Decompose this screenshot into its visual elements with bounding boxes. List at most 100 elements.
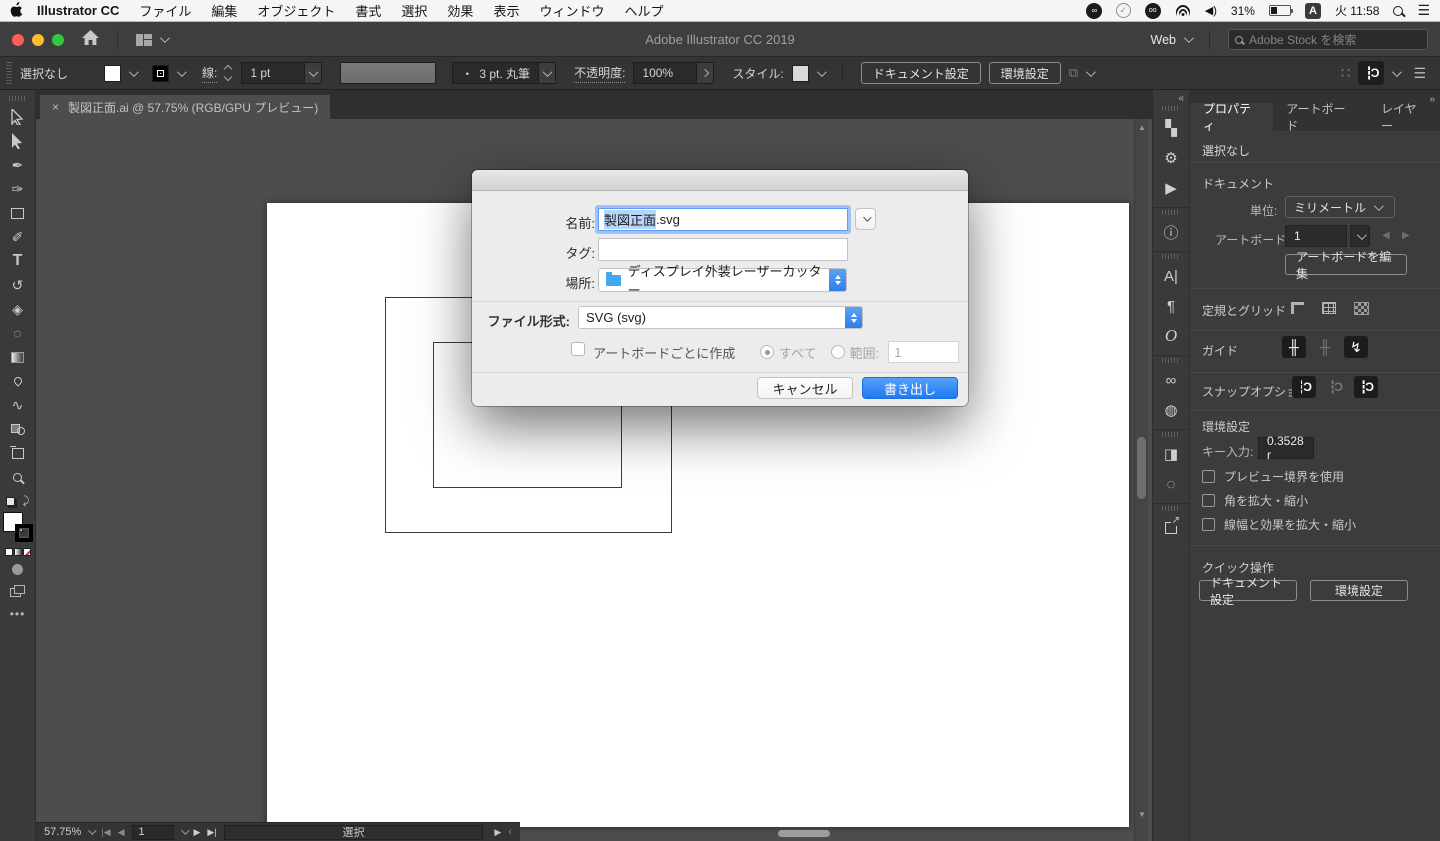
creative-cloud-menu-icon[interactable]: ∞ — [1085, 2, 1102, 19]
draw-mode-icon[interactable] — [12, 564, 23, 575]
menu-effect[interactable]: 効果 — [447, 1, 473, 20]
select-similar-icon[interactable]: ⧉ — [1069, 65, 1078, 81]
keyboard-increment-field[interactable]: 0.3528 r — [1258, 434, 1314, 462]
radio-all[interactable] — [760, 345, 774, 359]
menu-view[interactable]: 表示 — [493, 1, 519, 20]
zoom-tool-icon[interactable] — [0, 465, 36, 489]
scroll-up-icon[interactable]: ▲ — [1138, 123, 1146, 132]
none-mode-icon[interactable] — [22, 548, 31, 556]
tab-layers[interactable]: レイヤー — [1368, 102, 1440, 133]
strip-grip-6[interactable] — [1162, 506, 1180, 511]
menu-window[interactable]: ウィンドウ — [539, 1, 604, 20]
filename-input[interactable]: 製図正面 .svg — [598, 208, 848, 231]
variable-width-profile-dropdown[interactable] — [340, 62, 437, 84]
location-dropdown[interactable]: ディスプレイ外装レーザーカッター — [598, 264, 847, 298]
color-mode-icon[interactable] — [4, 548, 13, 556]
input-source-icon[interactable]: A — [1304, 2, 1321, 19]
fill-stroke-control[interactable] — [2, 512, 33, 542]
shape-builder-tool-icon[interactable] — [0, 417, 36, 441]
paintbrush-tool-icon[interactable]: ✐ — [0, 225, 36, 249]
lock-guides-icon[interactable]: ╫ — [1313, 336, 1337, 358]
apple-menu-icon[interactable] — [10, 1, 23, 20]
pen-tool-icon[interactable]: ✒ — [0, 153, 36, 177]
smart-guides-icon[interactable]: ↯ — [1344, 336, 1368, 358]
controlbar-grip[interactable] — [6, 62, 12, 84]
show-guides-icon[interactable]: ╫ — [1282, 336, 1306, 358]
document-setup-button[interactable]: ドキュメント設定 — [860, 62, 981, 84]
character-panel-icon[interactable]: A| — [1152, 261, 1190, 291]
select-similar-chevron-icon[interactable] — [1086, 66, 1096, 77]
style-chevron-icon[interactable] — [816, 66, 827, 77]
brush-chevron-icon[interactable] — [538, 63, 556, 83]
edit-toolbar-icon[interactable]: ••• — [10, 607, 26, 621]
brush-definition-combo[interactable]: ・ 3 pt. 丸筆 — [452, 62, 557, 84]
strip-grip-5[interactable] — [1162, 432, 1180, 437]
strip-grip-3[interactable] — [1162, 254, 1180, 259]
controlbar-menu-icon[interactable]: ☰ — [1413, 65, 1426, 82]
artboard-number-field[interactable]: 1 — [1285, 225, 1347, 247]
next-artboard-icon[interactable]: ▶ — [194, 827, 201, 838]
fill-color-chevron-icon[interactable] — [128, 66, 139, 77]
menubar-clock[interactable]: 火 11:58 — [1335, 2, 1379, 19]
stroke-label-link[interactable]: 線: — [202, 64, 218, 83]
eyedropper-tool-icon[interactable] — [0, 369, 36, 393]
spotlight-search-icon[interactable] — [1393, 5, 1404, 16]
scroll-down-icon[interactable]: ▼ — [1138, 810, 1146, 819]
stroke-width-combo[interactable]: 1 pt — [241, 62, 323, 84]
snap-to-pixel-icon[interactable]: ┇Ɔ — [1354, 376, 1378, 398]
strip-grip-1[interactable] — [1162, 106, 1180, 111]
tab-properties[interactable]: プロパティ — [1190, 102, 1274, 133]
quick-preferences-button[interactable]: 環境設定 — [1310, 580, 1408, 601]
file-format-dropdown[interactable]: SVG (svg) — [578, 306, 863, 329]
first-artboard-icon[interactable]: |◀ — [101, 827, 110, 838]
stroke-width-chevron-icon[interactable] — [304, 63, 322, 83]
strip-grip-4[interactable] — [1162, 358, 1180, 363]
opacity-label-link[interactable]: 不透明度: — [574, 64, 626, 83]
wifi-icon[interactable] — [1172, 1, 1193, 22]
cancel-button[interactable]: キャンセル — [757, 377, 853, 399]
pathfinder-panel-icon[interactable]: ◨ — [1152, 439, 1190, 469]
gradient-tool-icon[interactable] — [0, 345, 36, 369]
tab-artboards[interactable]: アートボード — [1273, 102, 1368, 133]
rotate-tool-icon[interactable]: ↺ — [0, 273, 36, 297]
status-display[interactable]: 選択 — [223, 824, 484, 840]
default-fill-stroke-icon[interactable] — [5, 497, 15, 506]
twirl-tool-icon[interactable]: ∿ — [0, 393, 36, 417]
use-artboards-checkbox[interactable] — [571, 342, 585, 356]
next-artboard-arrow-icon[interactable]: ▶ — [1402, 230, 1410, 241]
notification-center-icon[interactable]: ☰ — [1417, 2, 1430, 19]
document-info-panel-icon[interactable]: ⓘ — [1152, 217, 1190, 247]
export-panel-icon[interactable] — [1152, 513, 1190, 543]
fill-color-swatch[interactable] — [104, 64, 122, 82]
tags-input[interactable] — [598, 238, 848, 261]
selection-tool-icon[interactable] — [0, 105, 36, 129]
status-back-icon[interactable]: ‹ — [508, 826, 512, 838]
vertical-scrollbar-thumb[interactable] — [1137, 437, 1146, 499]
curvature-tool-icon[interactable]: ✑ — [0, 177, 36, 201]
rectangle-tool-icon[interactable] — [0, 201, 36, 225]
snap-to-point-icon[interactable]: ┆Ɔ — [1292, 376, 1316, 398]
stroke-color-chevron-icon[interactable] — [176, 66, 187, 77]
preview-bounds-checkbox[interactable] — [1202, 470, 1215, 483]
volume-icon[interactable]: ◀) — [1205, 4, 1217, 17]
menu-type[interactable]: 書式 — [355, 1, 381, 20]
menu-select[interactable]: 選択 — [401, 1, 427, 20]
screen-mode-icon[interactable] — [10, 585, 25, 597]
menu-app-name[interactable]: Illustrator CC — [37, 3, 119, 18]
snap-options-chevron-icon[interactable] — [1392, 66, 1403, 77]
artboard-tool-icon[interactable] — [0, 441, 36, 465]
edit-artboards-button[interactable]: アートボードを編集 — [1285, 250, 1407, 281]
play-actions-icon[interactable]: ▶ — [1152, 173, 1190, 203]
swap-fill-stroke-icon[interactable]: ⤸ — [23, 495, 30, 508]
quick-document-setup-button[interactable]: ドキュメント設定 — [1199, 576, 1297, 607]
expand-dialog-button[interactable] — [855, 208, 876, 230]
menu-object[interactable]: オブジェクト — [257, 1, 335, 20]
artboard-nav-chevron-icon[interactable] — [180, 826, 190, 835]
toolbar-grip[interactable] — [8, 96, 27, 101]
range-input[interactable]: 1 — [888, 341, 960, 363]
artboard-nav-field[interactable]: 1 — [131, 824, 174, 840]
prev-artboard-icon[interactable]: ◀ — [118, 827, 125, 838]
horizontal-scrollbar-thumb[interactable] — [778, 830, 830, 837]
align-panel-icon[interactable]: ∷ — [1341, 64, 1351, 82]
checkmark-menu-icon[interactable]: ✓ — [1115, 3, 1131, 18]
